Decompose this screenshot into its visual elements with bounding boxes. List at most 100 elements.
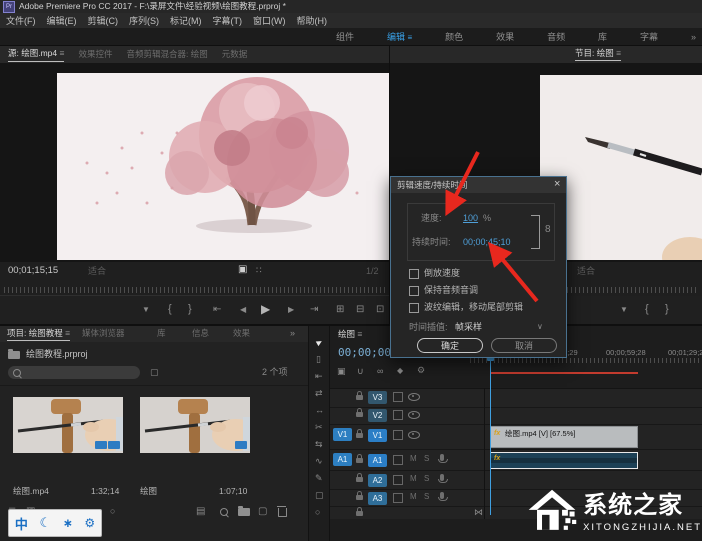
nest-insert-button-icon[interactable]: ▣ — [337, 367, 346, 376]
menu-sequence[interactable]: 序列(S) — [129, 14, 159, 27]
add-marker-timeline-button-icon[interactable]: ◆ — [397, 367, 403, 375]
sync-lock-v3-icon[interactable] — [393, 392, 403, 402]
toggle-output-v1-icon[interactable] — [408, 431, 420, 439]
dialog-close-button[interactable]: × — [554, 179, 560, 190]
tab-info[interactable]: 信息 — [192, 329, 209, 338]
solo-a1-button[interactable]: S — [424, 455, 429, 463]
workspace-tab-editing[interactable]: 编辑 ≡ — [387, 30, 412, 43]
menu-window[interactable]: 窗口(W) — [253, 14, 286, 27]
menu-help[interactable]: 帮助(H) — [297, 14, 328, 27]
lock-track-v3-icon[interactable] — [356, 395, 363, 400]
timeline-ruler[interactable] — [470, 358, 702, 363]
track-target-a2[interactable]: A2 — [368, 474, 387, 487]
tab-libraries[interactable]: 库 — [157, 329, 166, 338]
workspace-tab-effects[interactable]: 效果 — [496, 30, 514, 43]
voiceover-a2-icon[interactable] — [440, 474, 444, 481]
lock-track-v2-icon[interactable] — [356, 412, 363, 417]
program-mark-out-button-icon[interactable]: } — [665, 304, 669, 315]
solo-a2-button[interactable]: S — [424, 475, 429, 483]
mute-a3-button[interactable]: M — [410, 493, 417, 501]
step-back-button-icon[interactable]: ◀ — [240, 306, 246, 314]
tab-timeline-sequence[interactable]: 绘图 ≡ — [338, 330, 362, 339]
ime-settings-gear-icon[interactable]: ⚙ — [84, 516, 95, 530]
tab-project[interactable]: 项目: 绘图教程 ≡ — [7, 329, 70, 341]
ime-language-button[interactable]: 中 — [15, 514, 28, 533]
timeline-panel-menu-icon[interactable]: ≡ — [357, 329, 362, 339]
snap-button-icon[interactable]: ∪ — [357, 367, 364, 376]
tab-effect-controls[interactable]: 效果控件 — [78, 48, 112, 60]
sequence-thumbnail[interactable] — [140, 397, 250, 453]
zoom-tool[interactable]: ○ — [315, 508, 320, 517]
go-to-out-button-icon[interactable]: ⇥ — [310, 305, 318, 315]
mixdown-icon[interactable]: ⋈ — [474, 508, 483, 517]
workspace-menu-icon[interactable]: ≡ — [408, 33, 413, 42]
clear-button-icon[interactable] — [278, 508, 287, 517]
workspace-tab-libraries[interactable]: 库 — [598, 30, 607, 43]
search-box[interactable] — [8, 366, 140, 379]
export-frame-button-icon[interactable]: ⊡ — [376, 305, 384, 315]
tab-audio-clip-mixer[interactable]: 音频剪辑混合器: 绘图 — [126, 48, 207, 60]
menu-edit[interactable]: 编辑(E) — [47, 14, 77, 27]
source-patch-a1[interactable]: A1 — [333, 453, 352, 466]
project-panel-menu-icon[interactable]: ≡ — [65, 328, 70, 338]
razor-tool[interactable]: ✂ — [315, 423, 323, 432]
tab-media-browser[interactable]: 媒体浏览器 — [82, 329, 125, 338]
sort-icon[interactable]: ○ — [110, 507, 115, 516]
sync-lock-v2-icon[interactable] — [393, 410, 403, 420]
ok-button[interactable]: 确定 — [417, 338, 483, 353]
speed-value[interactable]: 100 — [463, 214, 478, 223]
tab-source[interactable]: 源: 绘图.mp4 ≡ — [8, 47, 64, 62]
maintain-pitch-checkbox[interactable] — [409, 286, 419, 296]
slide-tool[interactable]: ∿ — [315, 457, 323, 466]
sync-lock-v1-icon[interactable] — [393, 430, 403, 440]
workspace-tab-assembly[interactable]: 组件 — [336, 30, 354, 43]
find-button-icon[interactable] — [220, 508, 228, 516]
program-panel-menu-icon[interactable]: ≡ — [616, 48, 621, 58]
tab-effects[interactable]: 效果 — [233, 329, 250, 338]
sync-lock-a3-icon[interactable] — [393, 493, 403, 503]
play-button-icon[interactable]: ▶ — [261, 303, 270, 315]
duration-value[interactable]: 00;00;45;10 — [463, 238, 511, 247]
track-target-v2[interactable]: V2 — [368, 409, 387, 422]
linked-selection-button-icon[interactable]: ∞ — [377, 367, 383, 376]
workspace-overflow-button[interactable]: » — [691, 32, 696, 42]
lock-track-a2-icon[interactable] — [356, 477, 363, 482]
project-item-card[interactable]: 绘图 1:07;10 — [140, 395, 252, 500]
sync-lock-a2-icon[interactable] — [393, 475, 403, 485]
source-patch-v1[interactable]: V1 — [333, 428, 352, 441]
mute-a1-button[interactable]: M — [410, 455, 417, 463]
track-select-tool[interactable]: ▯ — [316, 355, 321, 364]
mark-out-button-icon[interactable]: } — [188, 304, 192, 315]
new-item-button-icon[interactable]: ▢ — [258, 507, 267, 517]
automate-sequence-button-icon[interactable]: ▤ — [196, 507, 205, 517]
track-target-v1[interactable]: V1 — [368, 429, 387, 442]
project-file-name[interactable]: 绘图教程.prproj — [26, 350, 88, 359]
mark-in-button-icon[interactable]: { — [168, 304, 172, 315]
program-fit-dropdown[interactable]: 适合 — [577, 267, 595, 276]
menu-file[interactable]: 文件(F) — [6, 14, 36, 27]
source-current-timecode[interactable]: 00;01;15;15 — [8, 266, 58, 276]
track-target-v3[interactable]: V3 — [368, 391, 387, 404]
interpolation-dropdown[interactable]: 帧采样 — [455, 323, 482, 332]
rolling-edit-tool[interactable]: ⇄ — [315, 389, 323, 398]
slip-tool[interactable]: ⇆ — [315, 440, 323, 449]
ime-language-bar[interactable]: 中 ☾ ∗ ⚙ — [8, 509, 102, 537]
voiceover-a1-icon[interactable] — [440, 454, 444, 461]
ripple-edit-checkbox[interactable] — [409, 303, 419, 313]
source-resolution-dropdown[interactable]: 1/2 — [366, 267, 379, 276]
overwrite-button-icon[interactable]: ⊟ — [356, 305, 364, 315]
voiceover-a3-icon[interactable] — [440, 492, 444, 499]
tab-metadata[interactable]: 元数据 — [222, 48, 248, 60]
program-mark-in-button-icon[interactable]: { — [645, 304, 649, 315]
source-button-editor-icon[interactable]: ∷ — [256, 266, 262, 275]
track-target-a1[interactable]: A1 — [368, 454, 387, 467]
source-fit-dropdown[interactable]: 适合 — [88, 267, 106, 276]
timeline-audio-clip[interactable]: fx — [490, 452, 638, 469]
solo-a3-button[interactable]: S — [424, 493, 429, 501]
ripple-edit-tool[interactable]: ⇤ — [315, 372, 323, 381]
lock-track-v1-icon[interactable] — [356, 433, 363, 438]
search-filter-icon[interactable]: ▢ — [150, 368, 159, 377]
add-marker-button-icon[interactable]: ▼ — [142, 306, 150, 314]
track-target-a3[interactable]: A3 — [368, 492, 387, 505]
pen-tool[interactable]: ✎ — [315, 474, 323, 483]
